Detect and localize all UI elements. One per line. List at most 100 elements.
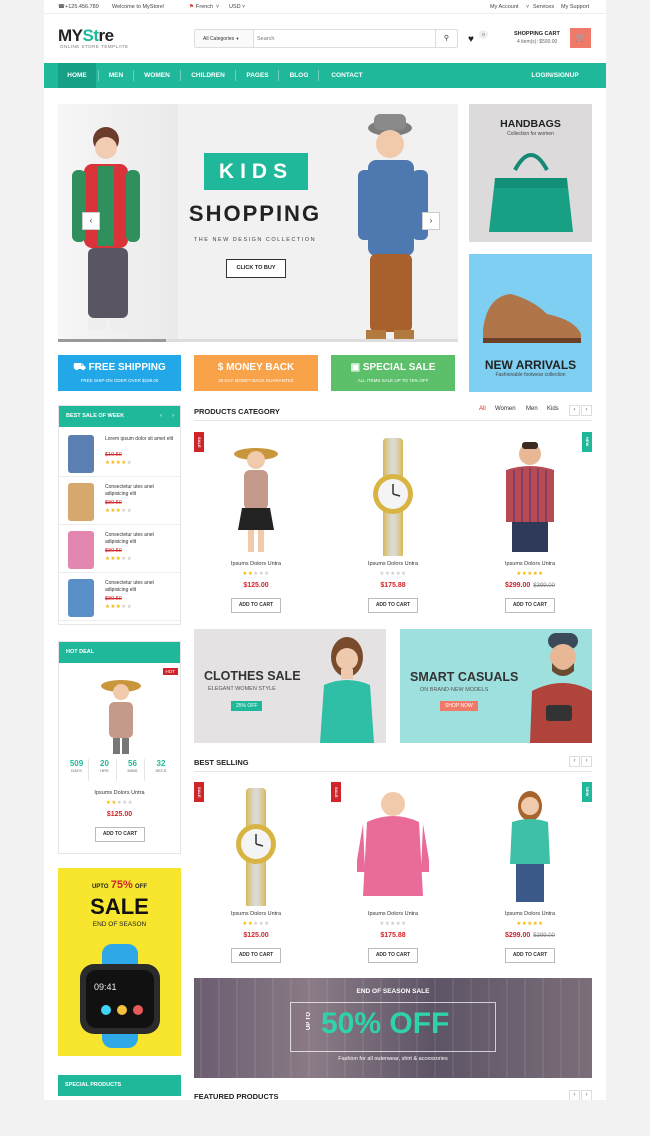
feature-title: SPECIAL SALE	[362, 362, 436, 373]
add-to-cart-button[interactable]: ADD TO CART	[368, 948, 418, 963]
smart-casuals-banner[interactable]: SMART CASUALS ON BRAND-NEW MODELS SHOP N…	[400, 629, 592, 743]
chevron-right-icon[interactable]: ›	[581, 756, 592, 767]
timer-unit: 32 SECS	[149, 759, 173, 781]
phone-icon: ☎	[58, 4, 65, 10]
product-card[interactable]: Ipsums Dolors Untra ★★★★★ $175.88 ADD TO CA…	[331, 428, 455, 618]
clothes-sale-banner[interactable]: CLOTHES SALE ELEGANT WOMEN STYLE 25% OFF	[194, 629, 386, 743]
chevron-left-icon[interactable]: ‹	[160, 406, 162, 427]
search-bar: All Categories ▼ ⚲	[194, 29, 458, 48]
add-to-cart-button[interactable]: ADD TO CART	[505, 598, 555, 613]
product-name[interactable]: Ipsums Dolors Untra	[331, 911, 455, 917]
chevron-right-icon[interactable]: ›	[172, 406, 174, 427]
product-card[interactable]: SALE Ipsums Dolors Untra ★★★★★ $125.00 ADD T…	[194, 778, 318, 968]
category-select[interactable]: All Categories ▼	[195, 30, 254, 47]
product-name[interactable]: Ipsums Dolors Untra	[468, 561, 592, 567]
add-to-cart-button[interactable]: ADD TO CART	[95, 827, 145, 842]
discount-button[interactable]: 25% OFF	[231, 701, 263, 711]
best-sale-item[interactable]: Consectetur utes anet adipisicing elit $8…	[59, 479, 180, 525]
sale-subtitle: END OF SEASON	[92, 921, 147, 928]
search-button[interactable]: ⚲	[435, 30, 457, 47]
handbags-subtitle: Collection for women	[507, 131, 554, 137]
heart-icon[interactable]: ♥	[468, 34, 474, 45]
shop-now-button[interactable]: SHOP NOW	[440, 701, 478, 711]
product-name[interactable]: Ipsums Dolors Untra	[194, 911, 318, 917]
tab-all[interactable]: All	[479, 406, 486, 412]
add-to-cart-button[interactable]: ADD TO CART	[231, 948, 281, 963]
click-to-buy-button[interactable]: CLICK TO BUY	[226, 259, 286, 278]
timer-value: 509	[69, 759, 84, 768]
new-arrivals-banner[interactable]: NEW ARRIVALS Fashionable footwear collec…	[469, 254, 592, 392]
product-image	[234, 448, 278, 552]
countdown-timer: 509 DAYS 20 HRS 56 MINS 32 SECS	[65, 759, 175, 781]
product-card[interactable]: SALE Ipsums Dolors Untra ★★★★★ $175.88 ADD T…	[331, 778, 455, 968]
logo[interactable]: MYStre	[58, 26, 114, 46]
cart-label[interactable]: SHOPPING CART	[514, 31, 560, 37]
nav-contact[interactable]: CONTACT	[322, 63, 372, 88]
chevron-right-icon[interactable]: ›	[581, 1090, 592, 1100]
best-selling-title: BEST SELLING	[194, 758, 249, 767]
nav-children[interactable]: CHILDREN	[183, 63, 233, 88]
best-sale-item[interactable]: Consectetur utes anet adipisicing elit $8…	[59, 575, 180, 621]
eos-subtitle: Fashion for all outerwear, shirt & acces…	[338, 1056, 448, 1062]
language-select[interactable]: French	[196, 4, 213, 10]
currency-select[interactable]: USD	[229, 4, 241, 10]
add-to-cart-button[interactable]: ADD TO CART	[368, 598, 418, 613]
sale-upto-line: UPTO 75% OFF	[58, 879, 181, 891]
old-price: $399.00	[533, 583, 555, 589]
feature-subtitle: FREE SHIP-ON ODER OVER $199.00	[80, 378, 159, 383]
best-sale-name: Consectetur utes anet adipisicing elit	[105, 532, 154, 545]
flag-icon: ⚑	[189, 4, 194, 10]
current-price: $299.00	[504, 932, 531, 939]
nav-blog[interactable]: BLOG	[282, 63, 316, 88]
end-of-season-banner[interactable]: END OF SEASON SALE UP TO 50% OFF Fashion…	[194, 978, 592, 1078]
my-account-link[interactable]: My Account	[490, 4, 518, 10]
product-image	[357, 792, 429, 896]
tab-men[interactable]: Men	[526, 406, 538, 412]
rating-stars: ★★★★★	[105, 800, 134, 806]
product-image	[236, 788, 276, 906]
cart-button[interactable]: 🛒	[570, 28, 591, 48]
product-price: $175.88	[331, 932, 455, 939]
best-sale-item[interactable]: Consectetur utes anet adipisicing elit $8…	[59, 527, 180, 573]
truck-icon: ⛟	[73, 362, 86, 373]
smart-casuals-title: SMART CASUALS	[410, 670, 519, 684]
handbags-banner[interactable]: HANDBAGS Collection for women	[469, 104, 592, 242]
search-input[interactable]	[257, 32, 417, 45]
current-price: $125.00	[243, 582, 269, 589]
nav-women[interactable]: WOMEN	[136, 63, 178, 88]
best-sale-item[interactable]: Lorem ipsum dolor sit amet elit $19.50 ★★★…	[59, 431, 180, 477]
add-to-cart-button[interactable]: ADD TO CART	[231, 598, 281, 613]
slider-kids-badge: KIDS	[204, 153, 308, 190]
product-card[interactable]: NEW Ipsums Dolors Untra ★★★★★ $299.00 $399.0…	[468, 778, 592, 968]
product-card[interactable]: NEW Ipsums Dolors Untra ★★★★★ $299.00 $399.0…	[468, 428, 592, 618]
slider-next-button[interactable]: ›	[422, 212, 440, 230]
dollar-icon: $	[217, 362, 224, 373]
nav-pages[interactable]: PAGES	[239, 63, 276, 88]
services-link[interactable]: Services	[533, 4, 554, 10]
rating-stars: ★★★★★	[516, 571, 544, 577]
timer-unit: 20 HRS	[93, 759, 117, 781]
tab-kids[interactable]: Kids	[547, 406, 559, 412]
product-name[interactable]: Ipsums Dolors Untra	[331, 561, 455, 567]
chevron-left-icon[interactable]: ‹	[569, 405, 580, 416]
nav-men[interactable]: MEN	[101, 63, 131, 88]
chevron-left-icon[interactable]: ‹	[569, 756, 580, 767]
nav-home[interactable]: HOME	[58, 63, 96, 88]
sale-ribbon: SALE	[194, 432, 204, 452]
eos-discount: 50% OFF	[321, 1007, 450, 1040]
new-arrivals-title: NEW ARRIVALS	[484, 358, 577, 372]
slider-prev-button[interactable]: ‹	[82, 212, 100, 230]
product-name[interactable]: Ipsums Dolors Untra	[468, 911, 592, 917]
tab-women[interactable]: Women	[495, 406, 516, 412]
chevron-left-icon[interactable]: ‹	[569, 1090, 580, 1100]
product-name[interactable]: Ipsums Dolors Untra	[194, 561, 318, 567]
add-to-cart-button[interactable]: ADD TO CART	[505, 948, 555, 963]
chevron-left-icon: ‹	[89, 216, 93, 225]
product-card[interactable]: SALE Ipsums Dolors Untra ★★★★★ $125.00 ADD T…	[194, 428, 318, 618]
login-signup-link[interactable]: LOGIN/SIGNUP	[518, 63, 592, 88]
best-selling-grid: SALE Ipsums Dolors Untra ★★★★★ $125.00 ADD T…	[194, 778, 592, 968]
my-support-link[interactable]: My Support	[561, 4, 589, 10]
timer-unit: 509 DAYS	[65, 759, 89, 781]
chevron-right-icon[interactable]: ›	[581, 405, 592, 416]
season-sale-banner[interactable]: UPTO 75% OFF SALE END OF SEASON 09:41	[58, 868, 181, 1056]
